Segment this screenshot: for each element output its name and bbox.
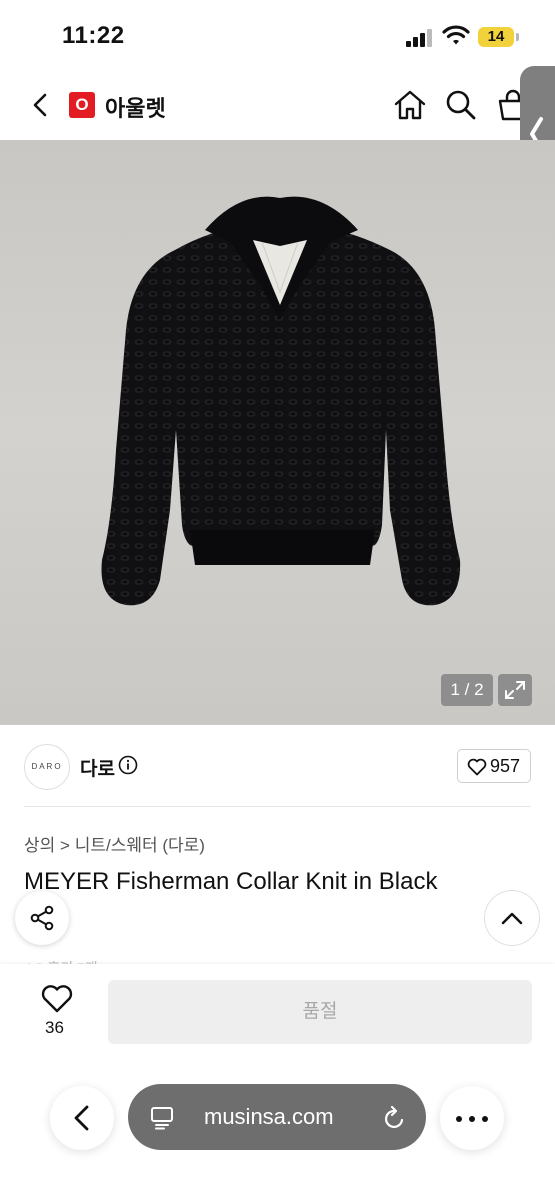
browser-toolbar: musinsa.com — [0, 1060, 555, 1200]
reload-icon[interactable] — [383, 1105, 407, 1131]
breadcrumb-subcategory[interactable]: 니트/스웨터 (다로) — [75, 836, 205, 855]
share-icon — [30, 905, 54, 931]
more-dot — [469, 1116, 475, 1122]
more-dot — [482, 1116, 488, 1122]
url-text: musinsa.com — [204, 1104, 334, 1129]
soldout-button[interactable]: 품절 — [108, 980, 532, 1044]
breadcrumb: 상의 > 니트/스웨터 (다로) — [24, 831, 205, 856]
battery-icon: 14 — [478, 27, 519, 47]
search-icon[interactable] — [444, 88, 478, 122]
brand-logo[interactable]: DARO — [24, 744, 70, 790]
outlet-logo[interactable]: O — [69, 92, 95, 118]
chevron-up-icon — [501, 912, 523, 925]
status-time: 11:22 — [62, 22, 125, 49]
product-title: MEYER Fisherman Collar Knit in Black — [24, 868, 438, 895]
brand-like-count: 957 — [490, 756, 521, 776]
divider — [24, 806, 531, 807]
breadcrumb-separator: > — [60, 836, 70, 855]
address-bar[interactable]: musinsa.com — [128, 1084, 426, 1150]
status-bar: 11:22 14 — [0, 0, 555, 70]
page-settings-icon — [151, 1107, 173, 1130]
fullscreen-button[interactable] — [498, 674, 532, 706]
brand-like-button[interactable]: 957 — [457, 749, 531, 783]
breadcrumb-category[interactable]: 상의 — [24, 836, 55, 855]
wishlist-heart-icon[interactable] — [40, 984, 74, 1014]
wifi-icon — [442, 25, 470, 45]
more-dot — [456, 1116, 462, 1122]
back-icon[interactable] — [26, 90, 56, 120]
more-options-button[interactable] — [440, 1086, 504, 1150]
brand-name[interactable]: 다로 — [80, 754, 115, 781]
info-icon[interactable] — [118, 755, 138, 775]
home-icon[interactable] — [393, 88, 427, 122]
cellular-signal-icon — [406, 29, 434, 47]
wishlist-count: 36 — [45, 1018, 64, 1037]
purchase-bar: 36 품절 — [0, 964, 555, 1060]
chevron-left-icon — [74, 1105, 89, 1131]
top-navigation: O 아울렛 — [0, 70, 555, 140]
image-counter: 1 / 2 — [441, 674, 493, 706]
browser-back-button[interactable] — [50, 1086, 114, 1150]
store-name[interactable]: 아울렛 — [105, 91, 166, 123]
battery-level: 14 — [487, 28, 505, 45]
sweater-image — [101, 196, 461, 606]
share-button[interactable] — [15, 891, 69, 945]
heart-icon — [467, 758, 487, 776]
scroll-top-button[interactable] — [485, 891, 539, 945]
expand-icon — [505, 681, 525, 699]
product-image[interactable] — [0, 140, 555, 725]
